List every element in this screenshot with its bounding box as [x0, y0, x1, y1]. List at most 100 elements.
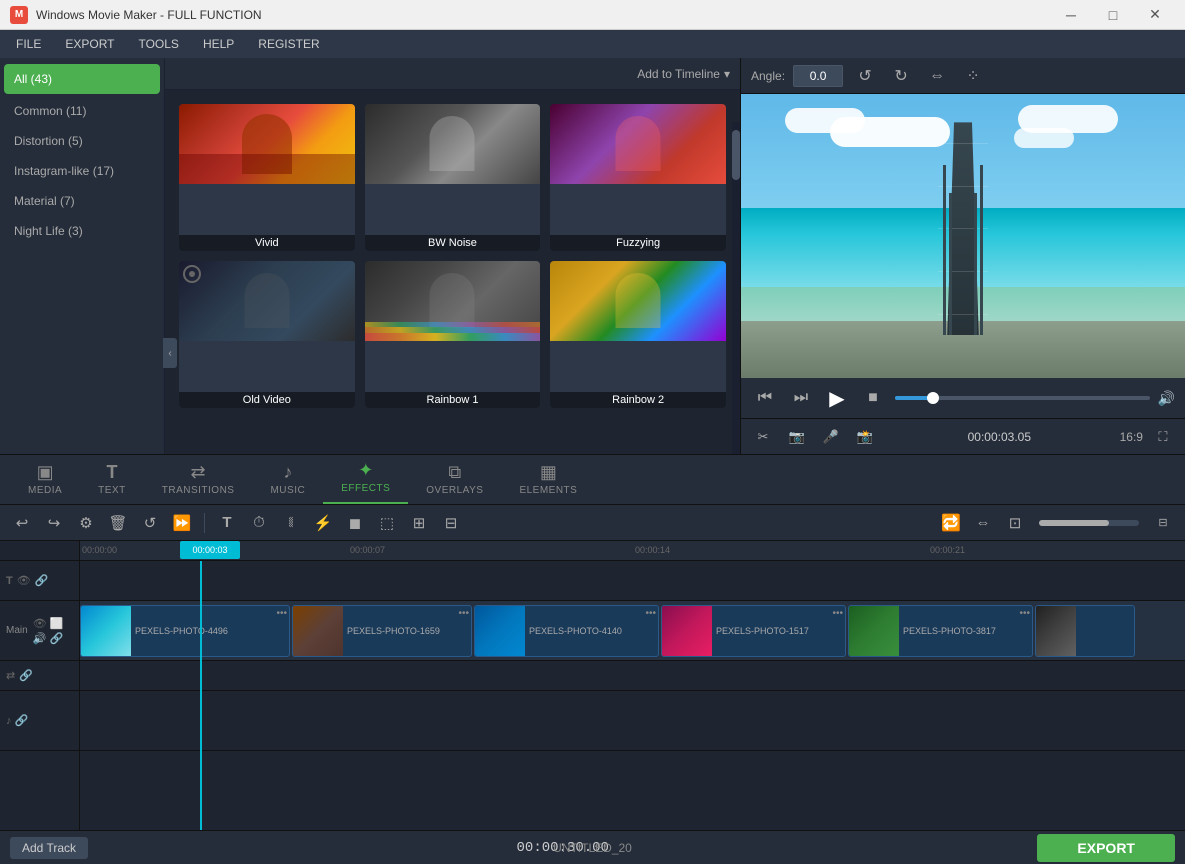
angle-input[interactable] [793, 65, 843, 87]
redo-button[interactable]: ↪ [40, 509, 68, 537]
menu-file[interactable]: FILE [4, 30, 53, 58]
split2-button[interactable]: ⊡ [1001, 509, 1029, 537]
filter-common[interactable]: Common (11) [0, 96, 164, 126]
effect-rainbow2-label: Rainbow 2 [550, 392, 726, 408]
shape-button[interactable]: ◼ [341, 509, 369, 537]
tab-overlays[interactable]: ⧉ OVERLAYS [408, 456, 501, 504]
effect-rainbow1[interactable]: Rainbow 1 [365, 261, 541, 408]
clip-pexels-4140[interactable]: PEXELS-PHOTO-4140 ••• [474, 605, 659, 657]
camera-tool-button[interactable]: 📷 [783, 423, 811, 451]
effects-grid: Vivid BW Noise Fuzzying [165, 90, 740, 422]
ruler-mark-0: 00:00:00 [82, 545, 117, 555]
clip-menu-3817[interactable]: ••• [1019, 608, 1030, 619]
speed-button[interactable]: ⏩ [168, 509, 196, 537]
settings-button[interactable]: ⚙ [72, 509, 100, 537]
tab-music[interactable]: ♪ MUSIC [252, 456, 323, 504]
rotate-left-button[interactable]: ↺ [851, 62, 879, 90]
tab-elements[interactable]: ▦ ELEMENTS [501, 456, 595, 504]
transform-button[interactable]: ⊞ [405, 509, 433, 537]
undo-button[interactable]: ↩ [8, 509, 36, 537]
skip-back-button[interactable]: ⏭ [787, 384, 815, 412]
titlebar-left: M Windows Movie Maker - FULL FUNCTION [10, 6, 262, 24]
detach-button[interactable]: ↺ [136, 509, 164, 537]
effect-vivid[interactable]: Vivid [179, 104, 355, 251]
text-track-eye[interactable]: 👁 [17, 574, 31, 587]
mic-tool-button[interactable]: 🎤 [817, 423, 845, 451]
clip-pexels-1659[interactable]: PEXELS-PHOTO-1659 ••• [292, 605, 472, 657]
delete-button[interactable]: 🗑 [104, 509, 132, 537]
filter-instagram[interactable]: Instagram-like (17) [0, 156, 164, 186]
tab-transitions[interactable]: ⇄ TRANSITIONS [144, 456, 253, 504]
clip-pexels-3817[interactable]: PEXELS-PHOTO-3817 ••• [848, 605, 1033, 657]
timer-button[interactable]: ⏱ [245, 509, 273, 537]
zoom-out-button[interactable]: ⊟ [1149, 509, 1177, 537]
fullscreen-button[interactable]: ⛶ [1149, 423, 1177, 451]
filter-material[interactable]: Material (7) [0, 186, 164, 216]
text-track-link[interactable]: 🔗 [35, 574, 49, 587]
effect-oldvideo[interactable]: Old Video [179, 261, 355, 408]
crop-button[interactable]: ⬚ [373, 509, 401, 537]
rotate-right-button[interactable]: ↻ [887, 62, 915, 90]
snapshot-tool-button[interactable]: 📸 [851, 423, 879, 451]
add-to-timeline-button[interactable]: Add to Timeline ▾ [637, 67, 730, 81]
tab-media[interactable]: ▣ MEDIA [10, 456, 80, 504]
more-options-button[interactable]: ⁘ [959, 62, 987, 90]
effects-scrollbar[interactable] [732, 122, 740, 454]
tab-effects[interactable]: ✦ EFFECTS [323, 454, 408, 504]
text-button[interactable]: T [213, 509, 241, 537]
loop-button[interactable]: 🔁 [937, 509, 965, 537]
main-track-edit[interactable]: ⬜ [50, 617, 64, 630]
filter-nightlife[interactable]: Night Life (3) [0, 216, 164, 246]
volume-button[interactable]: 🔊 [1158, 390, 1175, 407]
split-button[interactable]: ⧛ [277, 509, 305, 537]
menu-tools[interactable]: TOOLS [126, 30, 190, 58]
clip-menu-4140[interactable]: ••• [645, 608, 656, 619]
flip-button[interactable]: ⇔ [923, 62, 951, 90]
minimize-button[interactable]: ─ [1051, 0, 1091, 30]
play-button[interactable]: ▶ [823, 384, 851, 412]
maximize-button[interactable]: □ [1093, 0, 1133, 30]
export-button[interactable]: EXPORT [1037, 834, 1175, 862]
clip-menu-1659[interactable]: ••• [458, 608, 469, 619]
effect-rainbow1-label: Rainbow 1 [365, 392, 541, 408]
add-track-button[interactable]: Add Track [10, 837, 88, 859]
clip-menu-1517[interactable]: ••• [832, 608, 843, 619]
track-headers: T 👁 🔗 Main 👁 🔊 ⬜ 🔗 [0, 561, 80, 830]
panel-collapse-button[interactable]: ‹ [163, 338, 177, 368]
effect-rainbow2[interactable]: Rainbow 2 [550, 261, 726, 408]
zoom-slider[interactable] [1039, 520, 1139, 526]
grid-button[interactable]: ⊟ [437, 509, 465, 537]
main-track-link[interactable]: 🔗 [50, 632, 64, 645]
clip-dark[interactable] [1035, 605, 1135, 657]
filter-distortion[interactable]: Distortion (5) [0, 126, 164, 156]
close-button[interactable]: ✕ [1135, 0, 1175, 30]
tab-text[interactable]: T TEXT [80, 456, 144, 504]
preview-video [741, 94, 1185, 378]
motion-button[interactable]: ⚡ [309, 509, 337, 537]
menu-register[interactable]: REGISTER [246, 30, 331, 58]
menu-help[interactable]: HELP [191, 30, 246, 58]
stop-button[interactable]: ■ [859, 384, 887, 412]
cut-tool-button[interactable]: ✂ [749, 423, 777, 451]
effect-oldvideo-label: Old Video [179, 392, 355, 408]
extra-track-link[interactable]: 🔗 [19, 669, 33, 682]
main-track-vol[interactable]: 🔊 [33, 632, 47, 645]
timeline-ruler-row: 00:00:00 00:00:07 00:00:14 00:00:21 00:0… [0, 541, 1185, 561]
filter-all[interactable]: All (43) [4, 64, 160, 94]
music-track-link[interactable]: 🔗 [15, 714, 29, 727]
effect-bwnoise[interactable]: BW Noise [365, 104, 541, 251]
clip-name-1659: PEXELS-PHOTO-1659 [343, 626, 444, 636]
skip-start-button[interactable]: ⏮ [751, 384, 779, 412]
clip-pexels-4496[interactable]: PEXELS-PHOTO-4496 ••• [80, 605, 290, 657]
clip-menu-4496[interactable]: ••• [276, 608, 287, 619]
main-track-eye[interactable]: 👁 [33, 617, 47, 630]
preview-tools-bar: ✂ 📷 🎤 📸 00:00:03.05 16:9 ⛶ [741, 418, 1185, 454]
link-button[interactable]: ⇔ [969, 509, 997, 537]
clip-pexels-1517[interactable]: PEXELS-PHOTO-1517 ••• [661, 605, 846, 657]
timeline-toolbar: ↩ ↪ ⚙ 🗑 ↺ ⏩ T ⏱ ⧛ ⚡ ◼ ⬚ ⊞ ⊟ 🔁 ⇔ ⊡ ⊟ [0, 505, 1185, 541]
music-track-header: ♪ 🔗 [0, 691, 79, 751]
menu-export[interactable]: EXPORT [53, 30, 126, 58]
swap-icon: ⇄ [6, 669, 15, 682]
effect-fuzzying[interactable]: Fuzzying [550, 104, 726, 251]
progress-bar[interactable] [895, 396, 1150, 400]
